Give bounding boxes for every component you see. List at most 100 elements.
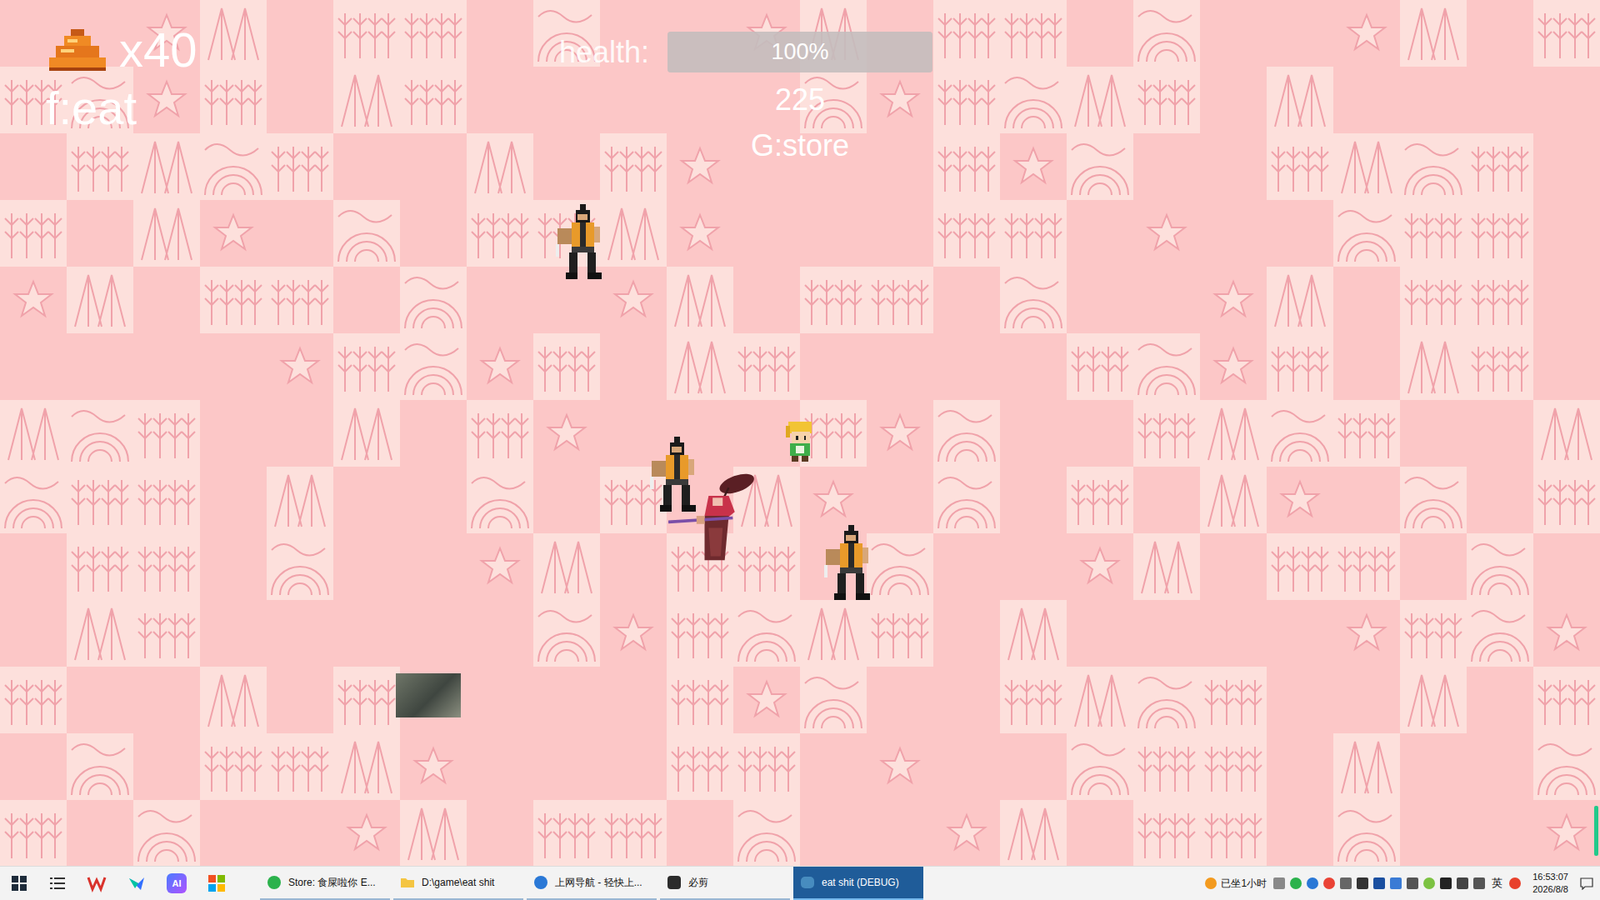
floor-tile <box>0 66 67 134</box>
floor-tile <box>1466 600 1534 667</box>
tray-app-icon[interactable] <box>1306 877 1319 890</box>
floor-tile <box>466 266 534 334</box>
grass-tile-icon <box>1466 133 1534 200</box>
task-view-button[interactable] <box>38 866 77 900</box>
floor-tile <box>933 666 1000 734</box>
start-button[interactable] <box>0 866 39 900</box>
warrior-icon <box>645 436 707 514</box>
floor-tile <box>1533 733 1600 800</box>
floor-tile <box>333 600 400 667</box>
floor-tile <box>466 400 534 467</box>
reed-tile-icon <box>133 200 200 267</box>
clock[interactable]: 16:53:072026/8/8 <box>1527 870 1574 896</box>
notification-icon[interactable] <box>1580 876 1594 890</box>
taskbar-window[interactable]: 必剪 <box>660 866 790 900</box>
star-tile-icon <box>133 0 200 67</box>
floor-tile <box>1333 133 1400 200</box>
tray-app-icon[interactable] <box>1440 877 1452 890</box>
floor-tile <box>0 733 67 800</box>
floor-tile <box>1200 266 1267 334</box>
floor-tile <box>533 666 600 734</box>
floor-tile <box>1066 66 1134 134</box>
reed-tile-icon <box>133 133 200 200</box>
tray-app-icon[interactable] <box>1323 877 1335 890</box>
floor-tile <box>0 266 67 334</box>
floor-tile <box>333 400 400 467</box>
floor-tile <box>1200 333 1267 400</box>
floor-tile <box>66 200 134 267</box>
tray-app-icon[interactable] <box>1456 877 1469 890</box>
tray-app-icon[interactable] <box>1473 877 1485 890</box>
pinned-app[interactable] <box>76 866 117 900</box>
star-tile-icon <box>1533 800 1600 866</box>
input-method[interactable]: 英 <box>1491 875 1503 891</box>
tray-app-icon[interactable] <box>1273 877 1285 890</box>
star-tile-icon <box>1200 266 1267 334</box>
floor-tile <box>733 133 800 200</box>
tray-app-icon[interactable] <box>1423 877 1435 890</box>
floor-tile <box>733 200 800 267</box>
floor-tile <box>66 800 134 866</box>
wave-tile-icon <box>1466 600 1534 667</box>
wave-tile-icon <box>800 666 867 734</box>
pinned-app[interactable]: AI <box>156 866 197 900</box>
floor-tile <box>466 200 534 267</box>
reed-tile-icon <box>200 0 267 67</box>
floor-tile <box>1266 600 1334 667</box>
taskbar-window[interactable]: 上网导航 - 轻快上... <box>526 866 657 900</box>
window-label: eat shit (DEBUG) <box>821 876 900 889</box>
taskbar-window[interactable]: eat shit (DEBUG) <box>793 866 924 900</box>
floor-tile <box>200 133 267 200</box>
tray-app-icon[interactable] <box>1390 877 1402 890</box>
floor-tile <box>1133 600 1200 667</box>
tray-app-icon[interactable] <box>1340 877 1352 890</box>
floor-tile <box>66 0 134 67</box>
grass-tile-icon <box>466 200 534 267</box>
floor-tile <box>266 600 334 667</box>
star-tile-icon <box>866 733 934 800</box>
grass-tile-icon <box>400 66 467 134</box>
floor-tile <box>800 333 867 400</box>
reed-tile-icon <box>1266 66 1334 134</box>
grass-tile-icon <box>133 400 200 467</box>
floor-tile <box>666 666 734 734</box>
floor-tile <box>0 533 67 600</box>
floor-tile <box>200 266 267 334</box>
star-tile-icon <box>533 400 600 467</box>
floor-tile <box>666 333 734 400</box>
tray-app-icon[interactable] <box>1406 877 1419 890</box>
grass-tile-icon <box>533 800 600 866</box>
sitting-timer[interactable]: 已坐1小时 <box>1205 876 1267 891</box>
floor-tile <box>200 400 267 467</box>
floor-tile <box>666 800 734 866</box>
floor-tile <box>1266 66 1334 134</box>
reed-tile-icon <box>1400 0 1467 67</box>
floor-tile <box>266 400 334 467</box>
floor-tile <box>1533 800 1600 866</box>
sogou-input-icon[interactable] <box>1509 877 1521 890</box>
grass-tile-icon <box>66 533 134 600</box>
floor-tile <box>133 333 200 400</box>
taskbar-window[interactable]: Store: 食屎啦你 E... <box>260 866 390 900</box>
floor-tile <box>1066 400 1134 467</box>
taskbar-window[interactable]: D:\game\eat shit <box>393 866 524 900</box>
tray-app-icon[interactable] <box>1373 877 1385 890</box>
floor-tile <box>1066 800 1134 866</box>
floor-tile <box>400 66 467 134</box>
floor-tile <box>1066 466 1134 534</box>
game-canvas[interactable]: x40f:eathealth:100%225G:store <box>0 0 1600 866</box>
floor-tile <box>0 200 67 267</box>
grass-tile-icon <box>1333 533 1400 600</box>
tray-app-icon[interactable] <box>1356 877 1369 890</box>
pinned-app[interactable] <box>116 866 157 900</box>
floor-tile <box>933 66 1000 134</box>
grass-tile-icon <box>66 133 134 200</box>
floor-tile <box>733 0 800 67</box>
pinned-app[interactable] <box>196 866 237 900</box>
floor-tile <box>1333 533 1400 600</box>
tray-app-icon[interactable] <box>1290 877 1302 890</box>
floor-tile <box>1133 666 1200 734</box>
floor-tile <box>133 0 200 67</box>
grass-tile-icon <box>133 533 200 600</box>
floor-tile <box>800 133 867 200</box>
